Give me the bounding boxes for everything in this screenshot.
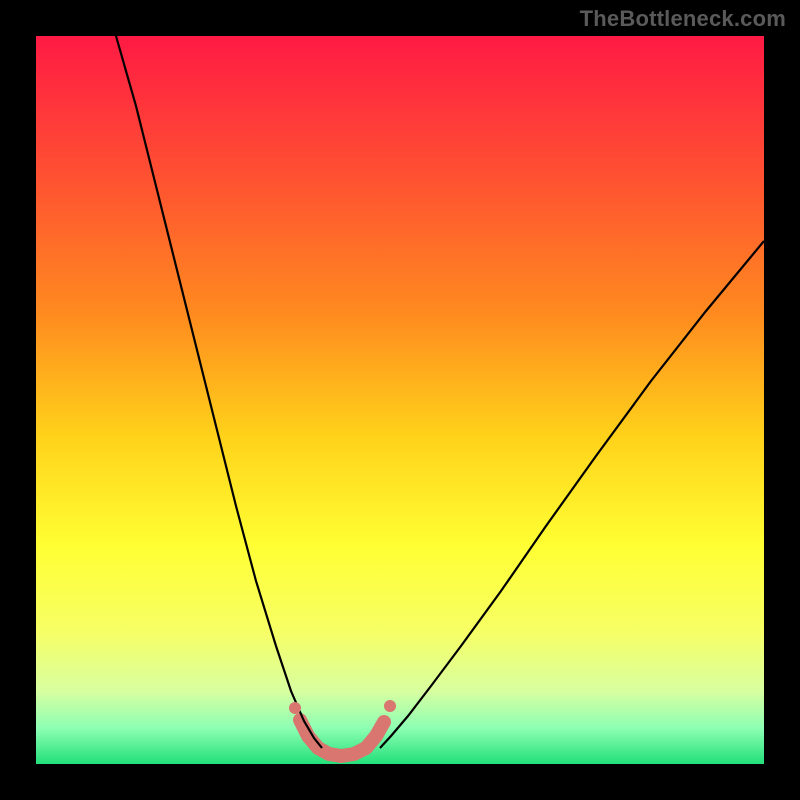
- watermark-text: TheBottleneck.com: [580, 6, 786, 32]
- marker-valley-dot-left: [289, 702, 301, 714]
- marker-valley-dot-right: [384, 700, 396, 712]
- curve-canvas: [36, 36, 764, 764]
- series-valley-highlight: [300, 720, 384, 756]
- series-right-curve: [380, 241, 764, 748]
- chart-frame: TheBottleneck.com: [0, 0, 800, 800]
- plot-area: [36, 36, 764, 764]
- series-left-curve: [116, 36, 322, 748]
